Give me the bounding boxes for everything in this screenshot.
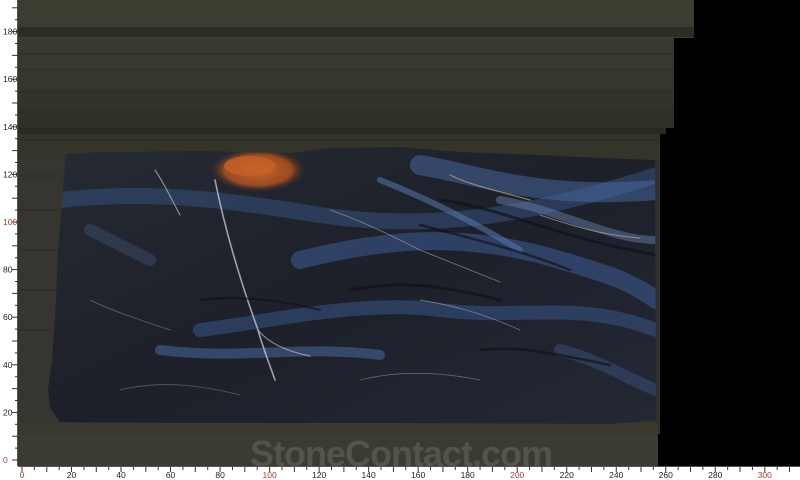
vertical-ruler-label: 100 — [3, 217, 17, 227]
horizontal-ruler-label: 260 — [659, 470, 673, 480]
horizontal-ruler-label: 0 — [20, 470, 25, 480]
vertical-ruler-label: 80 — [3, 265, 13, 275]
horizontal-ruler-label: 40 — [116, 470, 126, 480]
vertical-ruler-label: 120 — [3, 169, 17, 179]
vertical-ruler-label: 180 — [3, 27, 17, 37]
vertical-ruler-label: 160 — [3, 74, 17, 84]
vertical-ruler-label: 60 — [3, 312, 13, 322]
horizontal-ruler-label: 20 — [67, 470, 77, 480]
horizontal-ruler-label: 60 — [166, 470, 176, 480]
horizontal-ruler-label: 220 — [560, 470, 574, 480]
vertical-ruler: 180 160 140 120 100 80 60 40 20 0 — [0, 0, 18, 480]
vertical-ruler-label: 140 — [3, 122, 17, 132]
horizontal-ruler-label: 80 — [215, 470, 225, 480]
marble-slab — [48, 147, 656, 424]
vertical-ruler-label: 40 — [3, 360, 13, 370]
slab-scene: 180 160 140 120 100 80 60 40 20 0 0 20 40 60 80 100 120… — [0, 0, 800, 480]
horizontal-ruler-label: 240 — [609, 470, 623, 480]
vertical-ruler-label: 20 — [3, 407, 13, 417]
vertical-ruler-label: 0 — [3, 455, 8, 465]
watermark-text: StoneContact.com — [250, 433, 553, 474]
horizontal-ruler-label: 280 — [708, 470, 722, 480]
horizontal-ruler-label: 300 — [758, 470, 772, 480]
